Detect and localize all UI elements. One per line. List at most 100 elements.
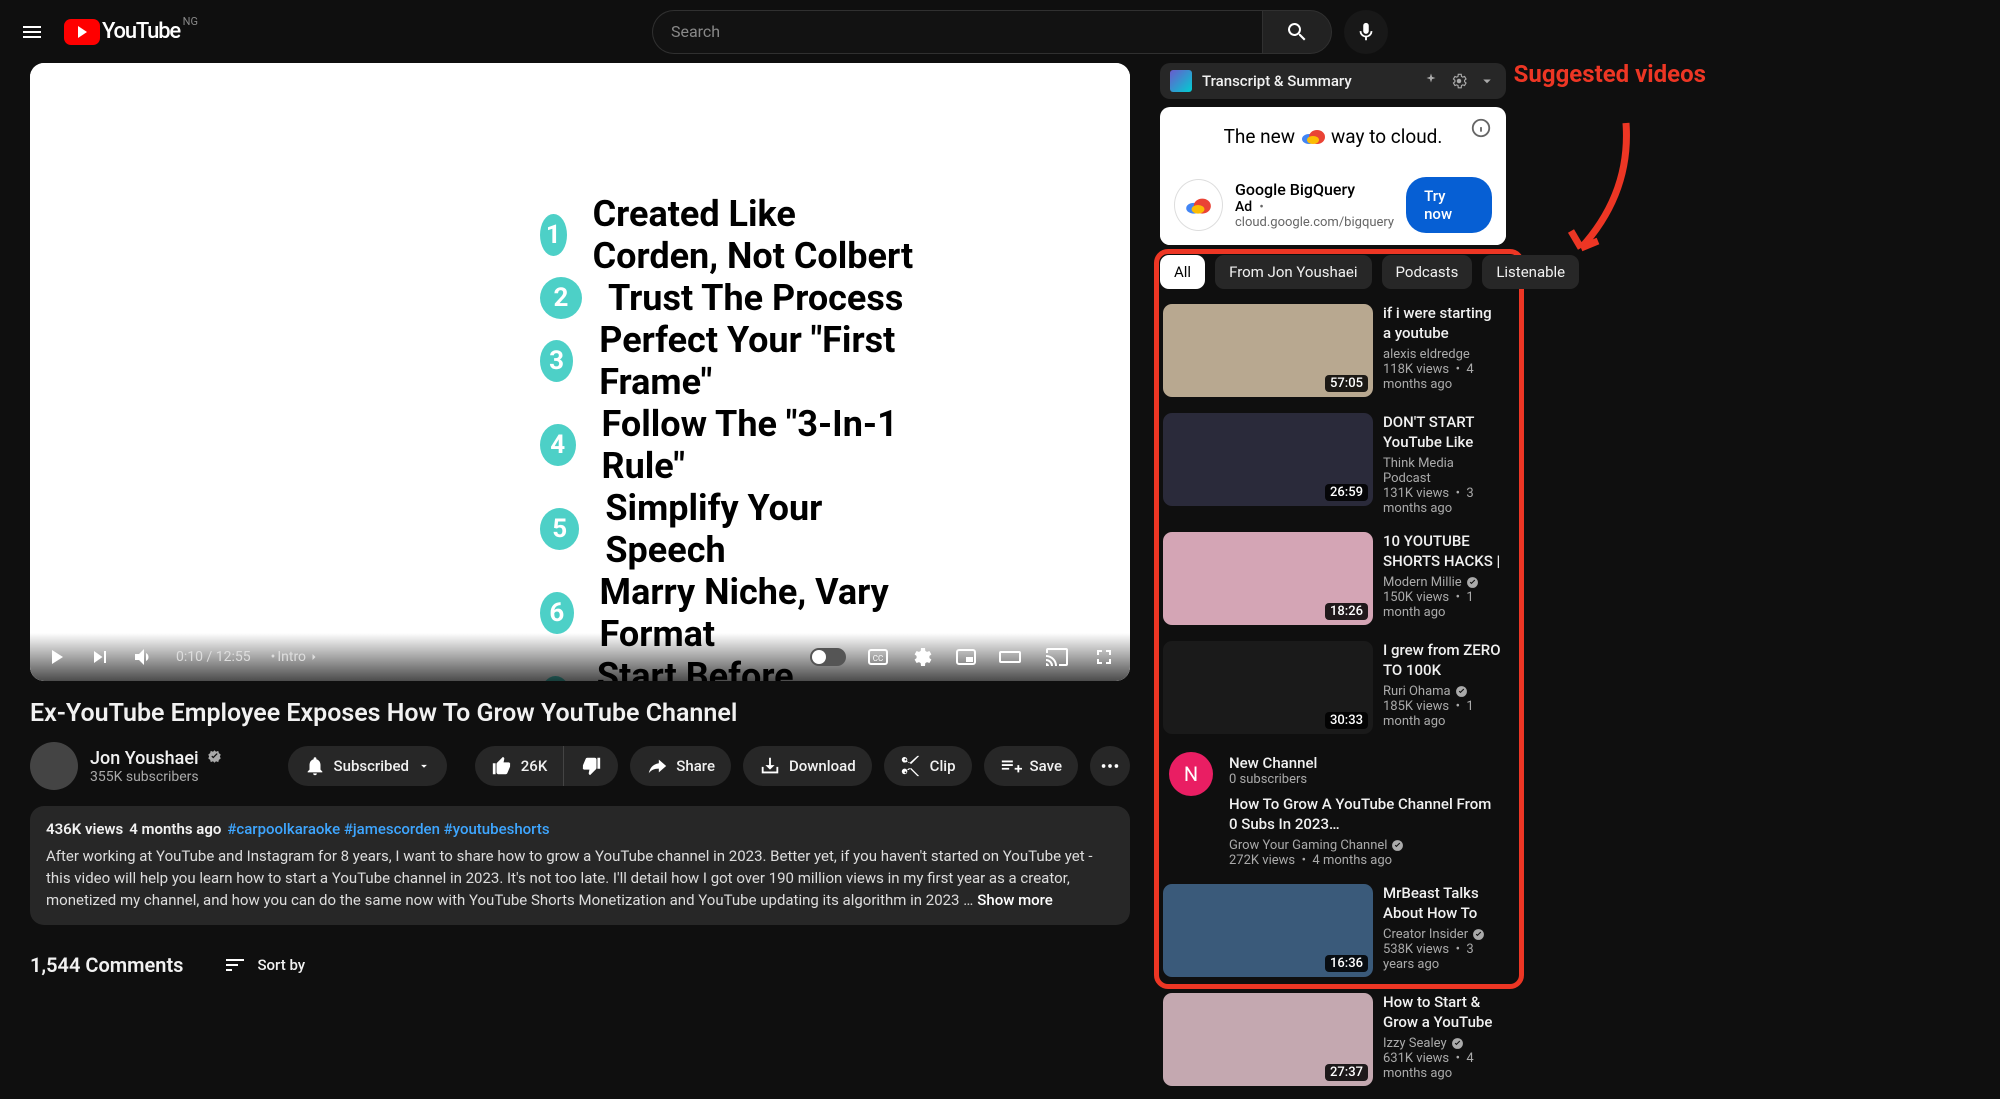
autoplay-toggle[interactable] <box>810 648 846 666</box>
suggested-thumbnail: 57:05 <box>1163 304 1373 397</box>
extension-panel[interactable]: Transcript & Summary <box>1160 63 1506 99</box>
extension-logo-icon <box>1170 70 1192 92</box>
fullscreen-icon[interactable] <box>1092 645 1116 669</box>
suggested-title: I grew from ZERO TO 100K SUBSCRIBERS in … <box>1383 641 1503 680</box>
miniplayer-icon[interactable] <box>954 645 978 669</box>
subscribe-button[interactable]: Subscribed <box>288 746 447 786</box>
verified-icon <box>1455 685 1468 698</box>
suggested-thumbnail: 30:33 <box>1163 641 1373 734</box>
chapter-display[interactable]: • Intro <box>271 649 320 665</box>
ad-badge: Ad <box>1235 199 1252 215</box>
view-count: 436K views <box>46 820 123 838</box>
hashtag[interactable]: #youtubeshorts <box>444 820 550 838</box>
secondary-column: Suggested videos Transcript & Summary Th… <box>1160 63 1506 1099</box>
settings-icon[interactable] <box>910 645 934 669</box>
svg-text:CC: CC <box>873 654 883 663</box>
filter-chip[interactable]: Listenable <box>1482 255 1579 289</box>
hashtag[interactable]: #carpoolkaraoke <box>227 820 340 838</box>
description-text: After working at YouTube and Instagram f… <box>46 847 1092 909</box>
filter-chips: AllFrom Jon YoushaeiPodcastsListenable <box>1160 255 1506 289</box>
hashtag[interactable]: #jamescorden <box>344 820 440 838</box>
channel-avatar[interactable] <box>30 742 78 790</box>
download-icon <box>759 755 781 777</box>
chevron-down-icon[interactable] <box>1478 72 1496 90</box>
filter-chip[interactable]: Podcasts <box>1382 255 1473 289</box>
verified-icon <box>1391 839 1404 852</box>
suggested-title: 10 YOUTUBE SHORTS HACKS | Unlocking Rapi… <box>1383 532 1503 571</box>
hamburger-icon[interactable] <box>20 20 44 44</box>
cloud-icon <box>1183 195 1213 215</box>
youtube-logo[interactable]: YouTube NG <box>64 19 180 45</box>
search-button[interactable] <box>1262 10 1332 54</box>
suggested-thumbnail: 16:36 <box>1163 884 1373 977</box>
suggested-video-item[interactable]: 18:26 10 YOUTUBE SHORTS HACKS | Unlockin… <box>1160 529 1506 628</box>
voice-search-button[interactable] <box>1344 10 1388 54</box>
sparkle-icon[interactable] <box>1422 72 1440 90</box>
suggested-stats: 150K views • 1 month ago <box>1383 590 1503 620</box>
volume-icon[interactable] <box>132 645 156 669</box>
ad-cta-button[interactable]: Try now <box>1406 177 1492 233</box>
gear-icon[interactable] <box>1450 72 1468 90</box>
suggested-video-item[interactable]: 27:37 How to Start & Grow a YouTube Chan… <box>1160 990 1506 1089</box>
video-player[interactable]: 1Created Like Corden, Not Colbert2Trust … <box>30 63 1130 681</box>
suggested-channel: Think Media Podcast <box>1383 456 1503 486</box>
suggested-video-item[interactable]: 30:33 I grew from ZERO TO 100K SUBSCRIBE… <box>1160 638 1506 737</box>
filter-chip[interactable]: All <box>1160 255 1205 289</box>
suggested-channel: Grow Your Gaming Channel <box>1229 838 1503 853</box>
like-count: 26K <box>521 757 548 775</box>
suggested-channel: Creator Insider <box>1383 927 1503 942</box>
player-controls: 0:10 / 12:55 • Intro CC <box>30 633 1130 681</box>
suggested-video-item[interactable]: 26:59 DON'T START YouTube Like Everyone … <box>1160 410 1506 519</box>
scissors-icon <box>900 755 922 777</box>
next-icon[interactable] <box>88 645 112 669</box>
annotation-arrow <box>1566 113 1636 263</box>
info-icon[interactable] <box>1470 117 1492 139</box>
dislike-button[interactable] <box>564 746 618 786</box>
ad-unit[interactable]: The new way to cloud. Google BigQuery Ad… <box>1160 107 1506 245</box>
thumb-down-icon <box>580 755 602 777</box>
suggested-video-item[interactable]: 16:36 MrBeast Talks About How To Get Mor… <box>1160 881 1506 980</box>
annotation-label: Suggested videos <box>1514 61 1706 89</box>
video-bullet: 1Created Like Corden, Not Colbert <box>540 193 930 277</box>
ad-headline-post: way to cloud. <box>1331 125 1442 148</box>
comments-count: 1,544 Comments <box>30 953 183 977</box>
suggested-title: How to Start & Grow a YouTube Channel in… <box>1383 993 1503 1032</box>
sort-comments-button[interactable]: Sort by <box>223 953 305 977</box>
ad-url: cloud.google.com/bigquery <box>1235 215 1394 230</box>
like-button[interactable]: 26K <box>475 746 565 786</box>
show-more-button[interactable]: Show more <box>977 891 1053 909</box>
suggested-thumbnail: 27:37 <box>1163 993 1373 1086</box>
playlist-add-icon <box>1000 755 1022 777</box>
more-actions-button[interactable] <box>1090 746 1130 786</box>
brand-text: YouTube <box>102 19 180 44</box>
share-button[interactable]: Share <box>630 746 731 786</box>
description-box[interactable]: 436K views 4 months ago #carpoolkaraoke … <box>30 806 1130 925</box>
search-input[interactable] <box>652 10 1262 54</box>
clip-label: Clip <box>930 757 956 775</box>
cast-icon[interactable] <box>1042 645 1072 669</box>
clip-button[interactable]: Clip <box>884 746 972 786</box>
play-icon[interactable] <box>44 645 68 669</box>
suggested-stats: 631K views • 4 months ago <box>1383 1051 1503 1081</box>
suggested-video-item[interactable]: 57:05 if i were starting a youtube chann… <box>1160 301 1506 400</box>
duration-badge: 18:26 <box>1325 603 1368 620</box>
suggested-channel: alexis eldredge <box>1383 347 1503 362</box>
duration-badge: 30:33 <box>1325 712 1368 729</box>
theater-icon[interactable] <box>998 645 1022 669</box>
suggested-title: DON'T START YouTube Like Everyone Else..… <box>1383 413 1503 452</box>
download-button[interactable]: Download <box>743 746 872 786</box>
suggested-title: MrBeast Talks About How To Get More View… <box>1383 884 1503 923</box>
mic-icon <box>1355 21 1377 43</box>
ad-avatar <box>1174 179 1223 231</box>
captions-icon[interactable]: CC <box>866 645 890 669</box>
more-horiz-icon <box>1099 755 1121 777</box>
video-bullet: 5Simplify Your Speech <box>540 487 930 571</box>
time-display: 0:10 / 12:55 <box>176 649 251 665</box>
save-button[interactable]: Save <box>984 746 1078 786</box>
suggested-video-item[interactable]: N New Channel 0 subscribers How To Grow … <box>1160 747 1506 871</box>
channel-name[interactable]: Jon Youshaei <box>90 748 199 769</box>
bell-icon <box>304 755 326 777</box>
filter-chip[interactable]: From Jon Youshaei <box>1215 255 1371 289</box>
suggested-channel: Ruri Ohama <box>1383 684 1503 699</box>
suggested-videos-list: 57:05 if i were starting a youtube chann… <box>1160 301 1506 1089</box>
